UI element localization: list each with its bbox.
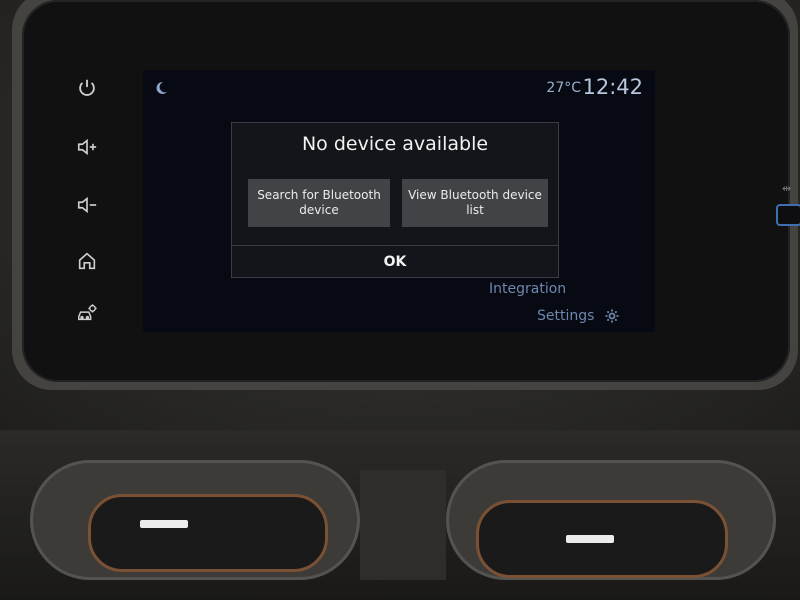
- usb-icon: ⇹: [782, 182, 792, 195]
- ok-button[interactable]: OK: [232, 246, 558, 277]
- settings-menu-item[interactable]: Settings: [537, 308, 620, 324]
- dialog-title: No device available: [301, 133, 489, 155]
- view-bluetooth-list-button[interactable]: View Bluetooth device list: [402, 179, 548, 227]
- settings-label: Settings: [537, 308, 595, 324]
- volume-down-button[interactable]: [70, 188, 104, 222]
- no-device-dialog: No device available Search for Bluetooth…: [231, 122, 559, 278]
- home-icon: [78, 252, 96, 270]
- volume-up-icon: [77, 138, 97, 156]
- search-bluetooth-button[interactable]: Search for Bluetooth device: [248, 179, 390, 227]
- home-button[interactable]: [70, 244, 104, 278]
- usb-port[interactable]: [776, 204, 800, 226]
- volume-up-button[interactable]: [70, 130, 104, 164]
- volume-down-icon: [77, 196, 97, 214]
- gear-icon: [605, 309, 619, 323]
- right-vent-slider[interactable]: [566, 535, 614, 543]
- clock: 12:42: [582, 75, 643, 99]
- car-settings-button[interactable]: [70, 296, 104, 330]
- power-icon: [79, 79, 95, 96]
- left-vent-slider[interactable]: [140, 520, 188, 528]
- temperature-readout: 27°C: [546, 80, 581, 96]
- center-console-block: [360, 470, 446, 580]
- touchscreen: 27°C 12:42 ne Integration Settings No de…: [143, 70, 655, 332]
- power-button[interactable]: [70, 71, 104, 105]
- car-settings-icon: [78, 304, 97, 321]
- integration-menu-item[interactable]: Integration: [489, 281, 589, 297]
- left-air-vent[interactable]: [88, 494, 328, 572]
- moon-icon: [156, 81, 167, 94]
